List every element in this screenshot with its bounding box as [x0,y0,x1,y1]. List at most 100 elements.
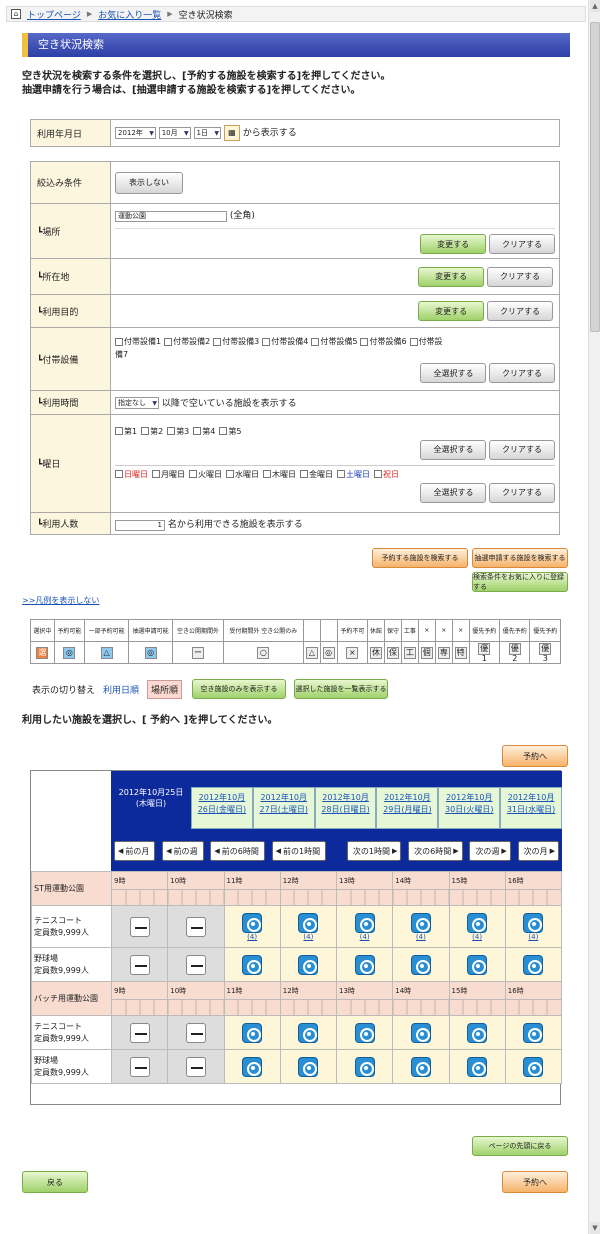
day-checkbox-6[interactable]: 金曜日 [300,470,333,479]
breadcrumb-home-link[interactable]: トップページ [27,8,81,21]
available-icon[interactable] [523,912,544,933]
sort-by-place-tab[interactable]: 場所順 [147,679,183,699]
checkbox-icon[interactable] [337,470,345,478]
calendar-nav-2[interactable]: ◀ 前の週 [162,841,204,861]
breadcrumb-favorites-link[interactable]: お気に入り一覧 [98,8,161,21]
location-clear-button[interactable]: クリアする [487,266,553,287]
slot-available[interactable]: (4) [504,905,563,948]
page-top-button[interactable]: ページの先頭に戻る [472,1136,568,1156]
slot-available[interactable] [504,947,563,982]
week-select-all-button[interactable]: 全選択する [420,439,487,460]
purpose-clear-button[interactable]: クリアする [487,301,553,321]
checkbox-icon[interactable] [167,427,176,435]
slot-available[interactable] [448,1015,506,1050]
available-icon[interactable] [298,954,319,975]
equipment-checkbox-1[interactable]: 付帯設備1 [115,337,161,346]
slot-available[interactable] [392,1015,450,1050]
week-checkbox-3[interactable]: 第3 [167,427,189,436]
slot-available[interactable]: (4) [448,905,506,948]
slot-available[interactable]: (4) [279,905,338,948]
day-checkbox-5[interactable]: 木曜日 [263,470,296,479]
checkbox-icon[interactable] [193,427,202,435]
checkbox-icon[interactable] [219,427,228,435]
search-lottery-button[interactable]: 抽選申請する施設を検索する [472,548,568,568]
location-change-button[interactable]: 変更する [418,266,485,287]
checkbox-icon[interactable] [152,470,160,478]
available-icon[interactable] [298,1056,319,1077]
checkbox-icon[interactable] [189,470,197,478]
calendar-nav-4[interactable]: ◀ 前の1時間 [271,841,327,861]
checkbox-icon[interactable] [262,337,271,346]
week-clear-button[interactable]: クリアする [489,439,555,460]
equipment-checkbox-6[interactable]: 付帯設備6 [360,337,407,346]
checkbox-icon[interactable] [115,470,123,478]
slot-available[interactable] [279,1049,338,1084]
slot-available[interactable] [448,1049,506,1084]
time-select[interactable]: 指定なし [115,397,159,410]
week-checkbox-1[interactable]: 第1 [115,427,137,436]
reserve-button-top[interactable]: 予約へ [502,745,568,767]
available-icon[interactable] [523,1022,544,1043]
back-button[interactable]: 戻る [22,1171,88,1193]
save-favorite-button[interactable]: 検索条件をお気に入りに登録する [472,572,568,592]
checkbox-icon[interactable] [263,470,271,478]
scroll-down-arrow-icon[interactable]: ▼ [590,1222,600,1234]
show-selected-button[interactable]: 選択した施設を一覧表示する [294,679,389,699]
place-input[interactable]: 運動公園 [115,211,227,222]
available-icon[interactable] [354,954,375,975]
day-checkbox-1[interactable]: 日曜日 [115,470,148,479]
slot-available[interactable] [504,1049,563,1084]
date-tab-6[interactable]: 2012年10月31日(水曜日) [500,787,562,829]
equipment-clear-button[interactable]: クリアする [489,363,555,383]
checkbox-icon[interactable] [409,337,418,346]
calendar-icon[interactable]: ▦ [223,125,240,141]
slot-available[interactable] [335,1015,394,1050]
equipment-checkbox-2[interactable]: 付帯設備2 [164,337,210,346]
available-icon[interactable] [523,954,544,975]
available-icon[interactable] [523,1056,544,1077]
available-icon[interactable] [354,1056,375,1077]
week-checkbox-5[interactable]: 第5 [219,427,241,436]
calendar-nav-1[interactable]: ◀ 前の月 [114,841,156,861]
slot-available[interactable] [223,1049,281,1084]
day-checkbox-4[interactable]: 水曜日 [226,470,259,479]
date-tab-3[interactable]: 2012年10月28日(日曜日) [314,787,377,829]
available-icon[interactable] [410,1022,431,1043]
week-checkbox-4[interactable]: 第4 [193,427,215,436]
available-icon[interactable] [354,1022,375,1043]
checkbox-icon[interactable] [115,337,123,346]
date-tab-5[interactable]: 2012年10月30日(火曜日) [438,787,501,829]
equipment-checkbox-5[interactable]: 付帯設備5 [311,337,357,346]
equipment-checkbox-3[interactable]: 付帯設備3 [213,337,259,346]
calendar-nav-8[interactable]: 次の月 ▶ [517,841,559,861]
checkbox-icon[interactable] [213,337,222,346]
calendar-nav-7[interactable]: 次の週 ▶ [469,841,511,861]
checkbox-icon[interactable] [226,470,234,478]
date-tab-2[interactable]: 2012年10月27日(土曜日) [252,787,315,829]
slot-available[interactable]: (4) [392,905,450,948]
checkbox-icon[interactable] [311,337,320,346]
available-icon[interactable] [410,912,431,933]
day-checkbox-2[interactable]: 月曜日 [152,470,185,479]
purpose-change-button[interactable]: 変更する [418,301,485,321]
slot-available[interactable] [279,1015,338,1050]
place-change-button[interactable]: 変更する [420,234,487,254]
calendar-nav-5[interactable]: 次の1時間 ▶ [346,841,402,861]
slot-available[interactable] [335,947,394,982]
slot-available[interactable]: (4) [223,905,281,948]
equipment-checkbox-4[interactable]: 付帯設備4 [262,337,308,346]
slot-available[interactable] [392,1049,450,1084]
sort-by-date-link[interactable]: 利用日順 [103,683,139,696]
place-clear-button[interactable]: クリアする [489,234,555,254]
slot-available[interactable] [223,947,281,982]
slot-available[interactable] [392,947,450,982]
show-available-button[interactable]: 空き施設のみを表示する [192,679,287,699]
day-select-all-button[interactable]: 全選択する [420,482,487,503]
search-reserve-button[interactable]: 予約する施設を検索する [372,548,468,568]
slot-available[interactable]: (4) [335,905,394,948]
slot-available[interactable] [223,1015,281,1050]
month-select[interactable]: 10月 [158,127,191,139]
legend-toggle-link[interactable]: >>凡例を表示しない [22,595,99,606]
slot-count-link[interactable]: (4) [450,933,505,941]
available-icon[interactable] [242,954,263,975]
